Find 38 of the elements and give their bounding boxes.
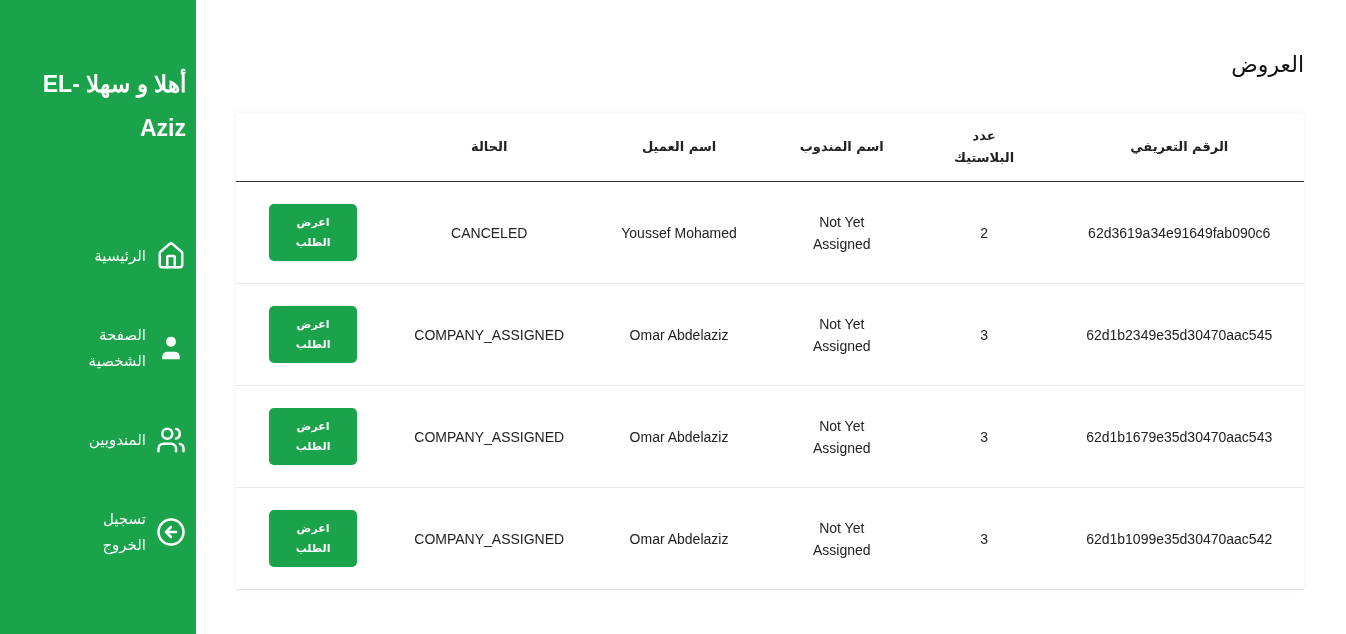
- table-cell: COMPANY_ASSIGNED: [414, 428, 565, 445]
- view-order-button[interactable]: اعرض الطلب: [269, 306, 358, 363]
- column-header: الرقم التعريفي: [1130, 138, 1229, 156]
- table-cell-text: Not Yet Assigned: [811, 518, 872, 560]
- table-cell-text: Not Yet Assigned: [811, 212, 872, 254]
- nav-item[interactable]: المندوبين: [88, 420, 186, 460]
- table-cell: 3: [980, 530, 988, 547]
- nav-item[interactable]: تسجيل الخروج: [66, 506, 186, 558]
- table-cell-text: Youssef Mohamed: [621, 223, 737, 243]
- greeting: أهلا و سهلا EL-Aziz: [14, 62, 186, 150]
- users-icon: [156, 425, 186, 455]
- table-cell-text: Omar Abdelaziz: [629, 529, 729, 549]
- logout-icon: [156, 517, 186, 547]
- table-cell: 3: [980, 326, 988, 343]
- table-cell: 62d1b1099e35d30470aac542: [1086, 530, 1273, 547]
- column-header: اسم المندوب: [799, 138, 884, 156]
- table-cell-text: Omar Abdelaziz: [629, 325, 729, 345]
- column-header: الحالة: [471, 138, 508, 156]
- table-cell: 2: [980, 224, 988, 241]
- page-title: العروض: [1230, 52, 1304, 77]
- home-icon: [156, 241, 186, 271]
- view-order-button[interactable]: اعرض الطلب: [269, 510, 358, 567]
- column-header: اسم العميل: [641, 138, 717, 156]
- table-cell-text: Not Yet Assigned: [811, 416, 872, 458]
- table-cell: COMPANY_ASSIGNED: [414, 530, 565, 547]
- view-order-button[interactable]: اعرض الطلب: [269, 204, 358, 261]
- table-cell: 62d3619a34e91649fab090c6: [1088, 224, 1271, 241]
- table-cell: 62d1b2349e35d30470aac545: [1086, 326, 1273, 343]
- table-cell-text: Omar Abdelaziz: [629, 427, 729, 447]
- table-cell: CANCELED: [451, 224, 528, 241]
- table-cell-text: Not Yet Assigned: [811, 314, 872, 356]
- table-cell: COMPANY_ASSIGNED: [414, 326, 565, 343]
- view-order-button[interactable]: اعرض الطلب: [269, 408, 358, 465]
- column-header: عدد البلاستيك: [953, 127, 1016, 167]
- nav-item[interactable]: الرئيسية: [94, 236, 186, 276]
- nav-item[interactable]: الصفحة الشخصية: [66, 322, 186, 374]
- table-cell: 3: [980, 428, 988, 445]
- table-cell: 62d1b1679e35d30470aac543: [1086, 428, 1273, 445]
